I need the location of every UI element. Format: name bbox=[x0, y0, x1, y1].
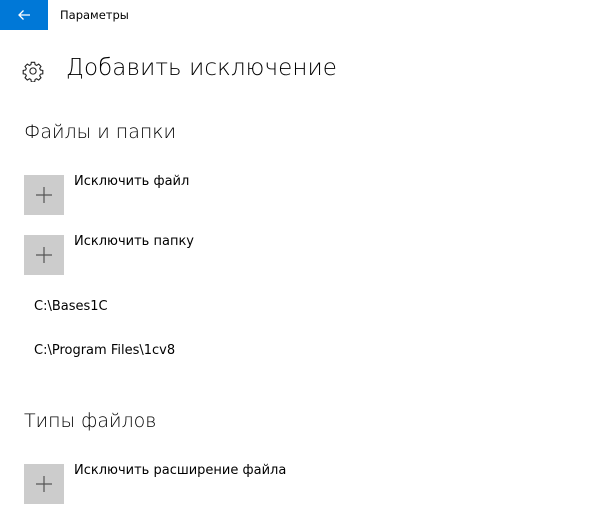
excluded-folder-item[interactable]: C:\Bases1C bbox=[34, 299, 108, 314]
back-arrow-icon bbox=[18, 10, 30, 20]
plus-icon bbox=[36, 476, 52, 492]
exclude-folder-label: Исключить папку bbox=[74, 234, 194, 249]
excluded-folder-item[interactable]: C:\Program Files\1cv8 bbox=[34, 343, 175, 358]
app-title: Параметры bbox=[60, 8, 129, 22]
plus-icon bbox=[36, 187, 52, 203]
section-heading-file-types: Типы файлов bbox=[24, 410, 157, 432]
title-bar: Параметры bbox=[0, 0, 612, 30]
plus-icon bbox=[36, 247, 52, 263]
back-button[interactable] bbox=[0, 0, 48, 30]
plus-tile bbox=[24, 464, 64, 504]
plus-tile bbox=[24, 235, 64, 275]
exclude-extension-label: Исключить расширение файла bbox=[74, 463, 287, 478]
gear-icon bbox=[22, 61, 44, 82]
plus-tile bbox=[24, 175, 64, 215]
section-heading-files-folders: Файлы и папки bbox=[24, 121, 177, 143]
settings-page: Параметры Добавить исключение Файлы и па… bbox=[0, 0, 612, 523]
exclude-file-label: Исключить файл bbox=[74, 174, 190, 189]
page-title: Добавить исключение bbox=[66, 55, 338, 81]
